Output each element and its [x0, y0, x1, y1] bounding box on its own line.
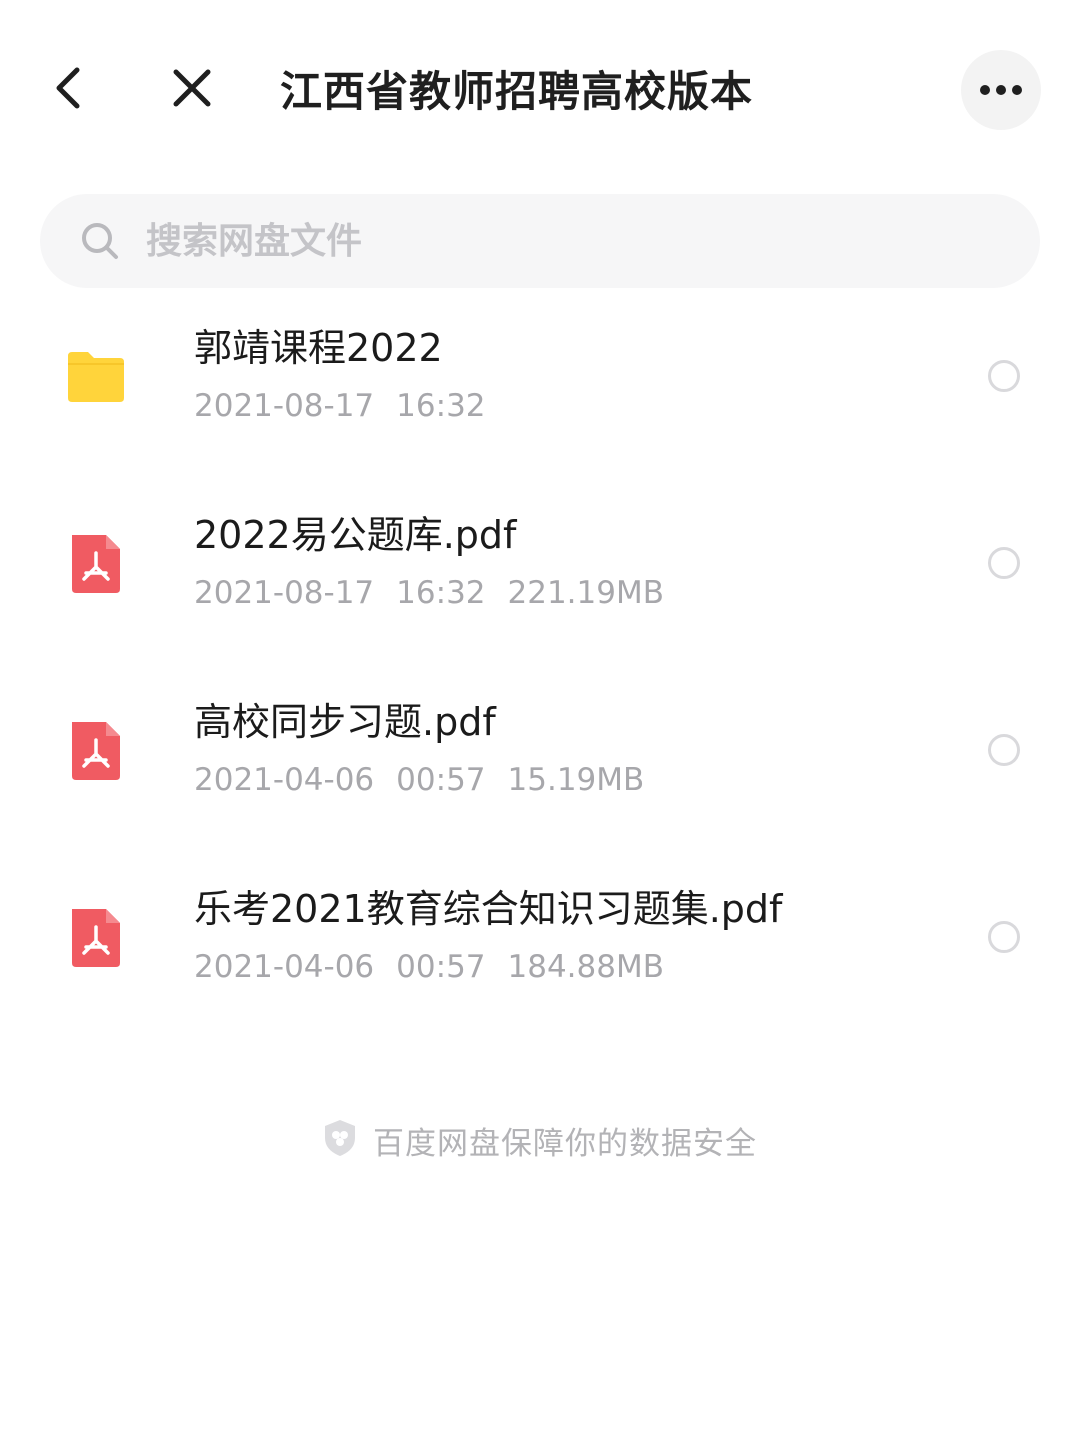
file-time: 00:57	[396, 949, 486, 985]
file-size: 184.88MB	[507, 949, 664, 985]
file-date: 2021-04-06	[194, 762, 375, 798]
search-icon	[80, 221, 120, 261]
file-name: 2022易公题库.pdf	[194, 513, 517, 557]
close-button[interactable]	[164, 62, 220, 118]
security-notice-text: 百度网盘保障你的数据安全	[373, 1125, 757, 1162]
more-button[interactable]	[961, 50, 1041, 130]
folder-icon	[64, 344, 128, 408]
pdf-file-icon	[64, 905, 128, 969]
search-bar[interactable]	[40, 194, 1040, 288]
chevron-left-icon	[53, 66, 83, 114]
file-date: 2021-08-17	[194, 388, 375, 424]
file-date: 2021-08-17	[194, 575, 375, 611]
file-meta: 2021-08-17 16:32 221.19MB	[194, 571, 686, 615]
file-meta: 2021-08-17 16:32	[194, 384, 508, 428]
select-radio[interactable]	[988, 360, 1020, 392]
security-notice: 百度网盘保障你的数据安全	[0, 1118, 1080, 1162]
pdf-file-icon	[64, 531, 128, 595]
file-meta: 2021-04-06 00:57 15.19MB	[194, 758, 666, 802]
file-time: 16:32	[396, 388, 486, 424]
select-radio[interactable]	[988, 921, 1020, 953]
page-title: 江西省教师招聘高校版本	[280, 67, 754, 116]
file-size: 15.19MB	[507, 762, 645, 798]
select-radio[interactable]	[988, 734, 1020, 766]
file-date: 2021-04-06	[194, 949, 375, 985]
select-radio[interactable]	[988, 547, 1020, 579]
top-bar: 江西省教师招聘高校版本	[0, 0, 1080, 180]
file-list: 郭靖课程2022 2021-08-17 16:32 2022易公题库.pdf 2…	[0, 320, 1080, 1068]
file-row[interactable]: 2022易公题库.pdf 2021-08-17 16:32 221.19MB	[0, 507, 1080, 694]
file-name: 乐考2021教育综合知识习题集.pdf	[194, 887, 783, 931]
shield-icon	[323, 1118, 357, 1162]
file-time: 00:57	[396, 762, 486, 798]
file-time: 16:32	[396, 575, 486, 611]
pdf-file-icon	[64, 718, 128, 782]
file-name: 高校同步习题.pdf	[194, 700, 496, 744]
file-meta: 2021-04-06 00:57 184.88MB	[194, 945, 686, 989]
close-icon	[172, 68, 212, 112]
search-input[interactable]	[146, 211, 966, 271]
file-size: 221.19MB	[507, 575, 664, 611]
file-name: 郭靖课程2022	[194, 326, 443, 370]
file-row[interactable]: 乐考2021教育综合知识习题集.pdf 2021-04-06 00:57 184…	[0, 881, 1080, 1068]
back-button[interactable]	[40, 62, 96, 118]
file-row[interactable]: 郭靖课程2022 2021-08-17 16:32	[0, 320, 1080, 507]
file-row[interactable]: 高校同步习题.pdf 2021-04-06 00:57 15.19MB	[0, 694, 1080, 881]
more-horizontal-icon	[979, 81, 1023, 100]
